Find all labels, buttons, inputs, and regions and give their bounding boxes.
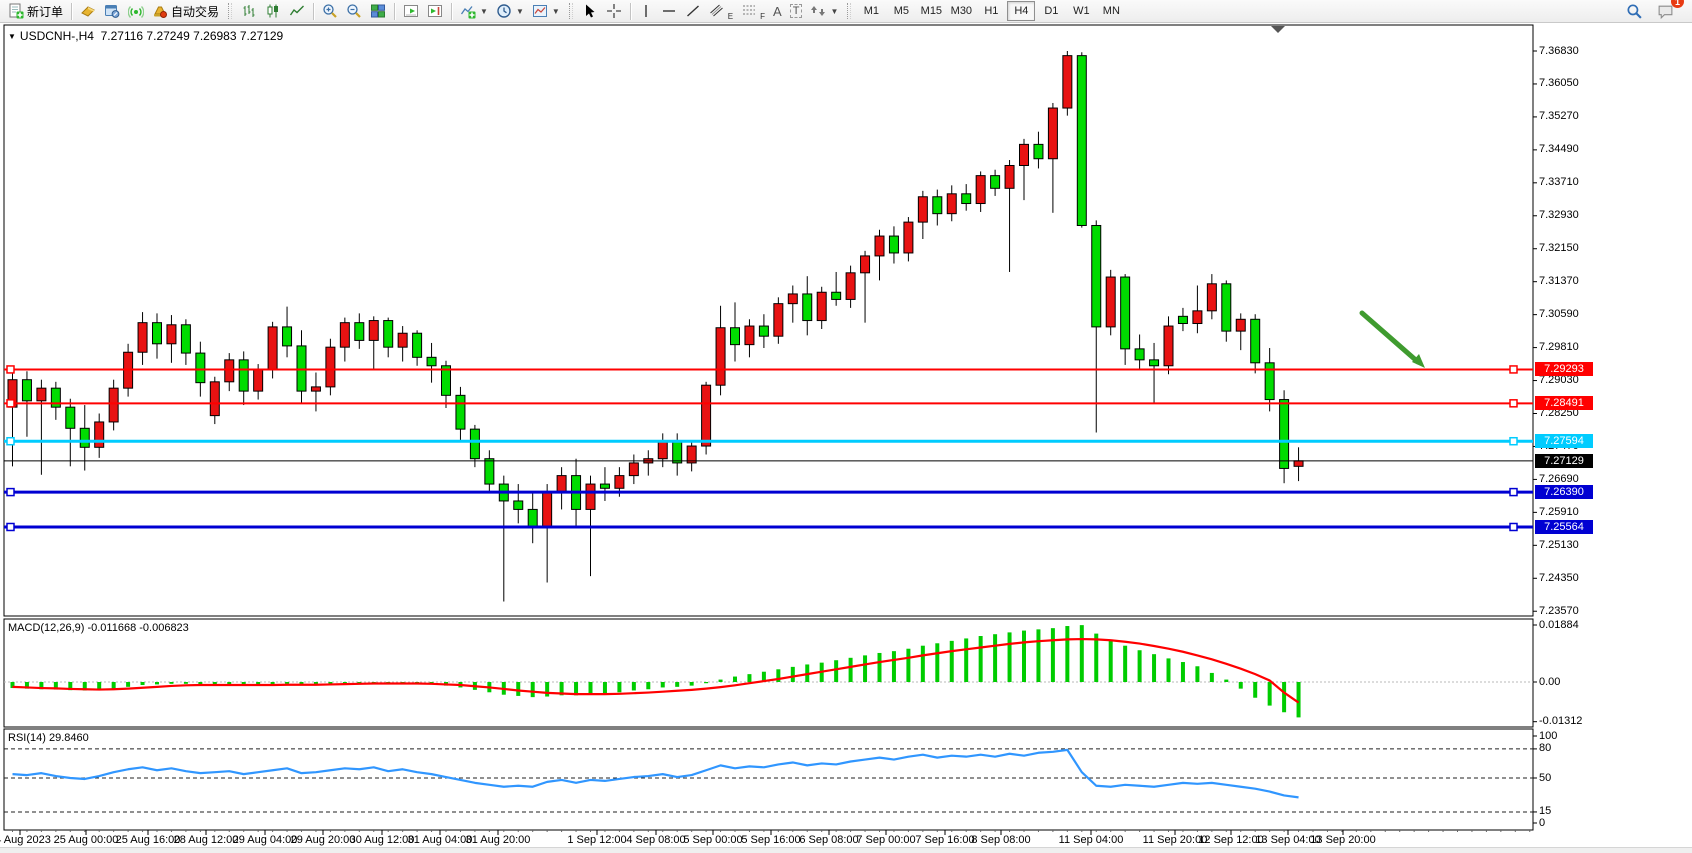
chart-title: ▼ USDCNH-,H4 7.27116 7.27249 7.26983 7.27… [8,29,283,43]
bar-chart-icon [241,3,257,19]
timeframe-M15-button[interactable]: M15 [917,1,945,21]
toolbar: 新订单 自动交易 [0,0,1692,23]
chevron-down-icon: ▼ [516,7,524,16]
horizontal-line-icon [661,3,677,19]
crosshair-button[interactable] [602,0,626,23]
chevron-down-icon: ▼ [552,7,560,16]
market-icon [80,3,96,19]
timeframe-M30-button[interactable]: M30 [947,1,975,21]
cursor-icon [582,3,598,19]
timeframe-MN-button[interactable]: MN [1097,1,1125,21]
candlestick-chart-button[interactable] [261,0,285,23]
notifications-button[interactable]: 1 [1653,0,1678,23]
zoom-out-icon [346,3,362,19]
auto-scroll-icon [403,3,419,19]
toolbar-gripper [847,3,851,19]
autotrading-button[interactable]: 自动交易 [148,0,223,23]
text-label-icon: T [790,4,803,18]
autotrading-label: 自动交易 [171,3,219,20]
text-tool-icon: A [773,4,782,19]
tile-windows-icon [370,3,386,19]
bar-chart-button[interactable] [237,0,261,23]
candlestick-chart-icon [265,3,281,19]
text-label-tool-button[interactable]: T [786,0,807,23]
new-order-button[interactable]: 新订单 [4,0,67,23]
chart-symbol-period: USDCNH-,H4 [20,29,94,43]
search-icon [1626,3,1643,20]
clock-icon [496,3,512,19]
equidistant-channel-tool-button[interactable]: E [705,0,737,23]
new-order-label: 新订单 [27,3,63,20]
toolbar-separator [313,3,314,20]
toolbar-separator [394,3,395,20]
channel-icon [709,3,725,19]
horizontal-line-tool-button[interactable] [657,0,681,23]
chart-canvas[interactable] [0,0,1692,853]
text-tool-button[interactable]: A [769,0,786,23]
macd-indicator-label: MACD(12,26,9) -0.011668 -0.006823 [8,622,189,634]
search-button[interactable] [1622,0,1647,23]
fibonacci-icon [741,3,757,19]
market-button[interactable] [76,0,100,23]
templates-button[interactable]: ▼ [528,0,564,23]
timeframe-W1-button[interactable]: W1 [1067,1,1095,21]
notification-badge: 1 [1671,0,1684,8]
zoom-out-button[interactable] [342,0,366,23]
new-order-icon [8,3,24,19]
rsi-indicator-label: RSI(14) 29.8460 [8,732,89,744]
timeframe-M5-button[interactable]: M5 [887,1,915,21]
autotrading-icon [152,3,168,19]
toolbar-gripper [569,3,573,19]
vertical-line-icon [639,3,653,19]
fibonacci-tool-button[interactable]: F [737,0,769,23]
chart-ohlc-quotes: 7.27116 7.27249 7.26983 7.27129 [101,29,284,43]
one-click-trading-arrow-icon[interactable]: ▼ [8,32,16,41]
zoom-in-icon [322,3,338,19]
indicators-button[interactable]: ▼ [456,0,492,23]
line-chart-button[interactable] [285,0,309,23]
auto-scroll-button[interactable] [399,0,423,23]
signals-button[interactable] [124,0,148,23]
chart-shift-button[interactable] [423,0,447,23]
crosshair-icon [606,3,622,19]
cursor-button[interactable] [578,0,602,23]
fibonacci-letter: F [760,12,765,21]
channel-letter: E [728,12,733,21]
toolbar-separator [71,3,72,20]
chart-shift-icon [427,3,443,19]
chevron-down-icon: ▼ [830,7,838,16]
templates-icon [532,3,548,19]
toolbar-separator [630,3,631,20]
metaeditor-button[interactable] [100,0,124,23]
mt4-terminal-window: 新订单 自动交易 [0,0,1692,853]
vertical-line-tool-button[interactable] [635,0,657,23]
chevron-down-icon: ▼ [480,7,488,16]
toolbar-right-tools: 1 [1622,0,1688,23]
arrows-icon [810,3,826,19]
timeframe-group: M1M5M15M30H1H4D1W1MN [856,1,1126,21]
toolbar-gripper [228,3,232,19]
tile-windows-button[interactable] [366,0,390,23]
timeframe-D1-button[interactable]: D1 [1037,1,1065,21]
zoom-in-button[interactable] [318,0,342,23]
arrows-tool-button[interactable]: ▼ [806,0,842,23]
timeframe-H4-button[interactable]: H4 [1007,1,1035,21]
toolbar-separator [451,3,452,20]
periods-button[interactable]: ▼ [492,0,528,23]
line-chart-icon [289,3,305,19]
timeframe-H1-button[interactable]: H1 [977,1,1005,21]
trendline-icon [685,3,701,19]
trendline-tool-button[interactable] [681,0,705,23]
metaeditor-icon [104,3,120,19]
indicators-icon [460,3,476,19]
signals-icon [128,3,144,19]
timeframe-M1-button[interactable]: M1 [857,1,885,21]
